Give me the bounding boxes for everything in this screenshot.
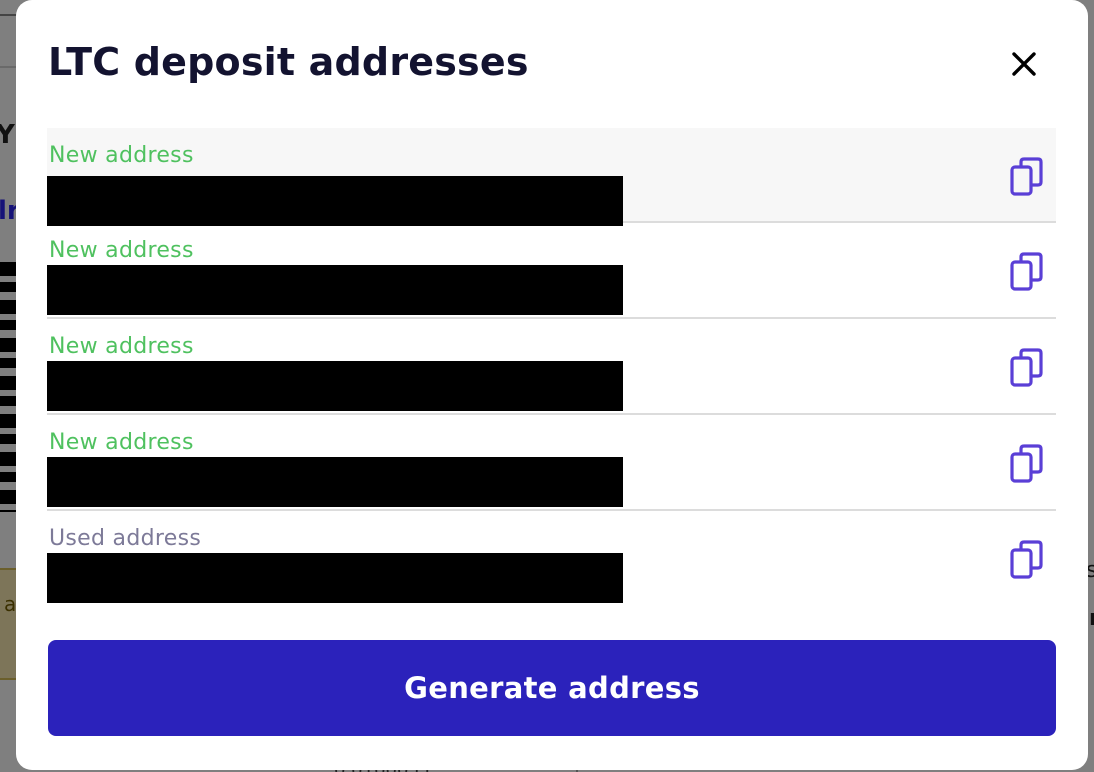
copy-icon <box>1010 252 1043 291</box>
address-list: New address New address New address New … <box>47 128 1056 607</box>
copy-icon <box>1010 444 1043 483</box>
address-status-label: New address <box>49 238 194 263</box>
address-value-redacted[interactable] <box>47 361 623 411</box>
address-status-label: New address <box>49 334 194 359</box>
copy-address-button[interactable] <box>1010 251 1046 293</box>
address-status-label: New address <box>49 430 194 455</box>
background-divider <box>0 14 16 16</box>
background-qr-code <box>0 262 16 512</box>
close-button[interactable] <box>1008 48 1040 80</box>
deposit-addresses-modal: LTC deposit addresses New address New ad… <box>16 0 1088 770</box>
background-text: r <box>1089 606 1094 631</box>
address-row: New address <box>47 415 1056 511</box>
address-row: New address <box>47 319 1056 415</box>
address-row: Used address <box>47 511 1056 607</box>
address-status-label: New address <box>49 143 194 168</box>
address-value-redacted[interactable] <box>47 176 623 226</box>
background-divider <box>0 66 16 68</box>
address-value-redacted[interactable] <box>47 553 623 603</box>
address-value-redacted[interactable] <box>47 457 623 507</box>
close-icon <box>1012 52 1036 76</box>
address-value-redacted[interactable] <box>47 265 623 315</box>
copy-icon <box>1010 540 1043 579</box>
address-row: New address <box>47 223 1056 319</box>
copy-address-button[interactable] <box>1010 347 1046 389</box>
copy-icon <box>1010 157 1043 196</box>
address-row: New address <box>47 128 1056 226</box>
background-alert-text: a <box>4 592 17 616</box>
copy-address-button[interactable] <box>1010 156 1046 198</box>
generate-address-button[interactable]: Generate address <box>48 640 1056 736</box>
address-status-label: Used address <box>49 526 202 551</box>
copy-icon <box>1010 348 1043 387</box>
copy-address-button[interactable] <box>1010 443 1046 485</box>
modal-title: LTC deposit addresses <box>48 40 529 84</box>
copy-address-button[interactable] <box>1010 539 1046 581</box>
